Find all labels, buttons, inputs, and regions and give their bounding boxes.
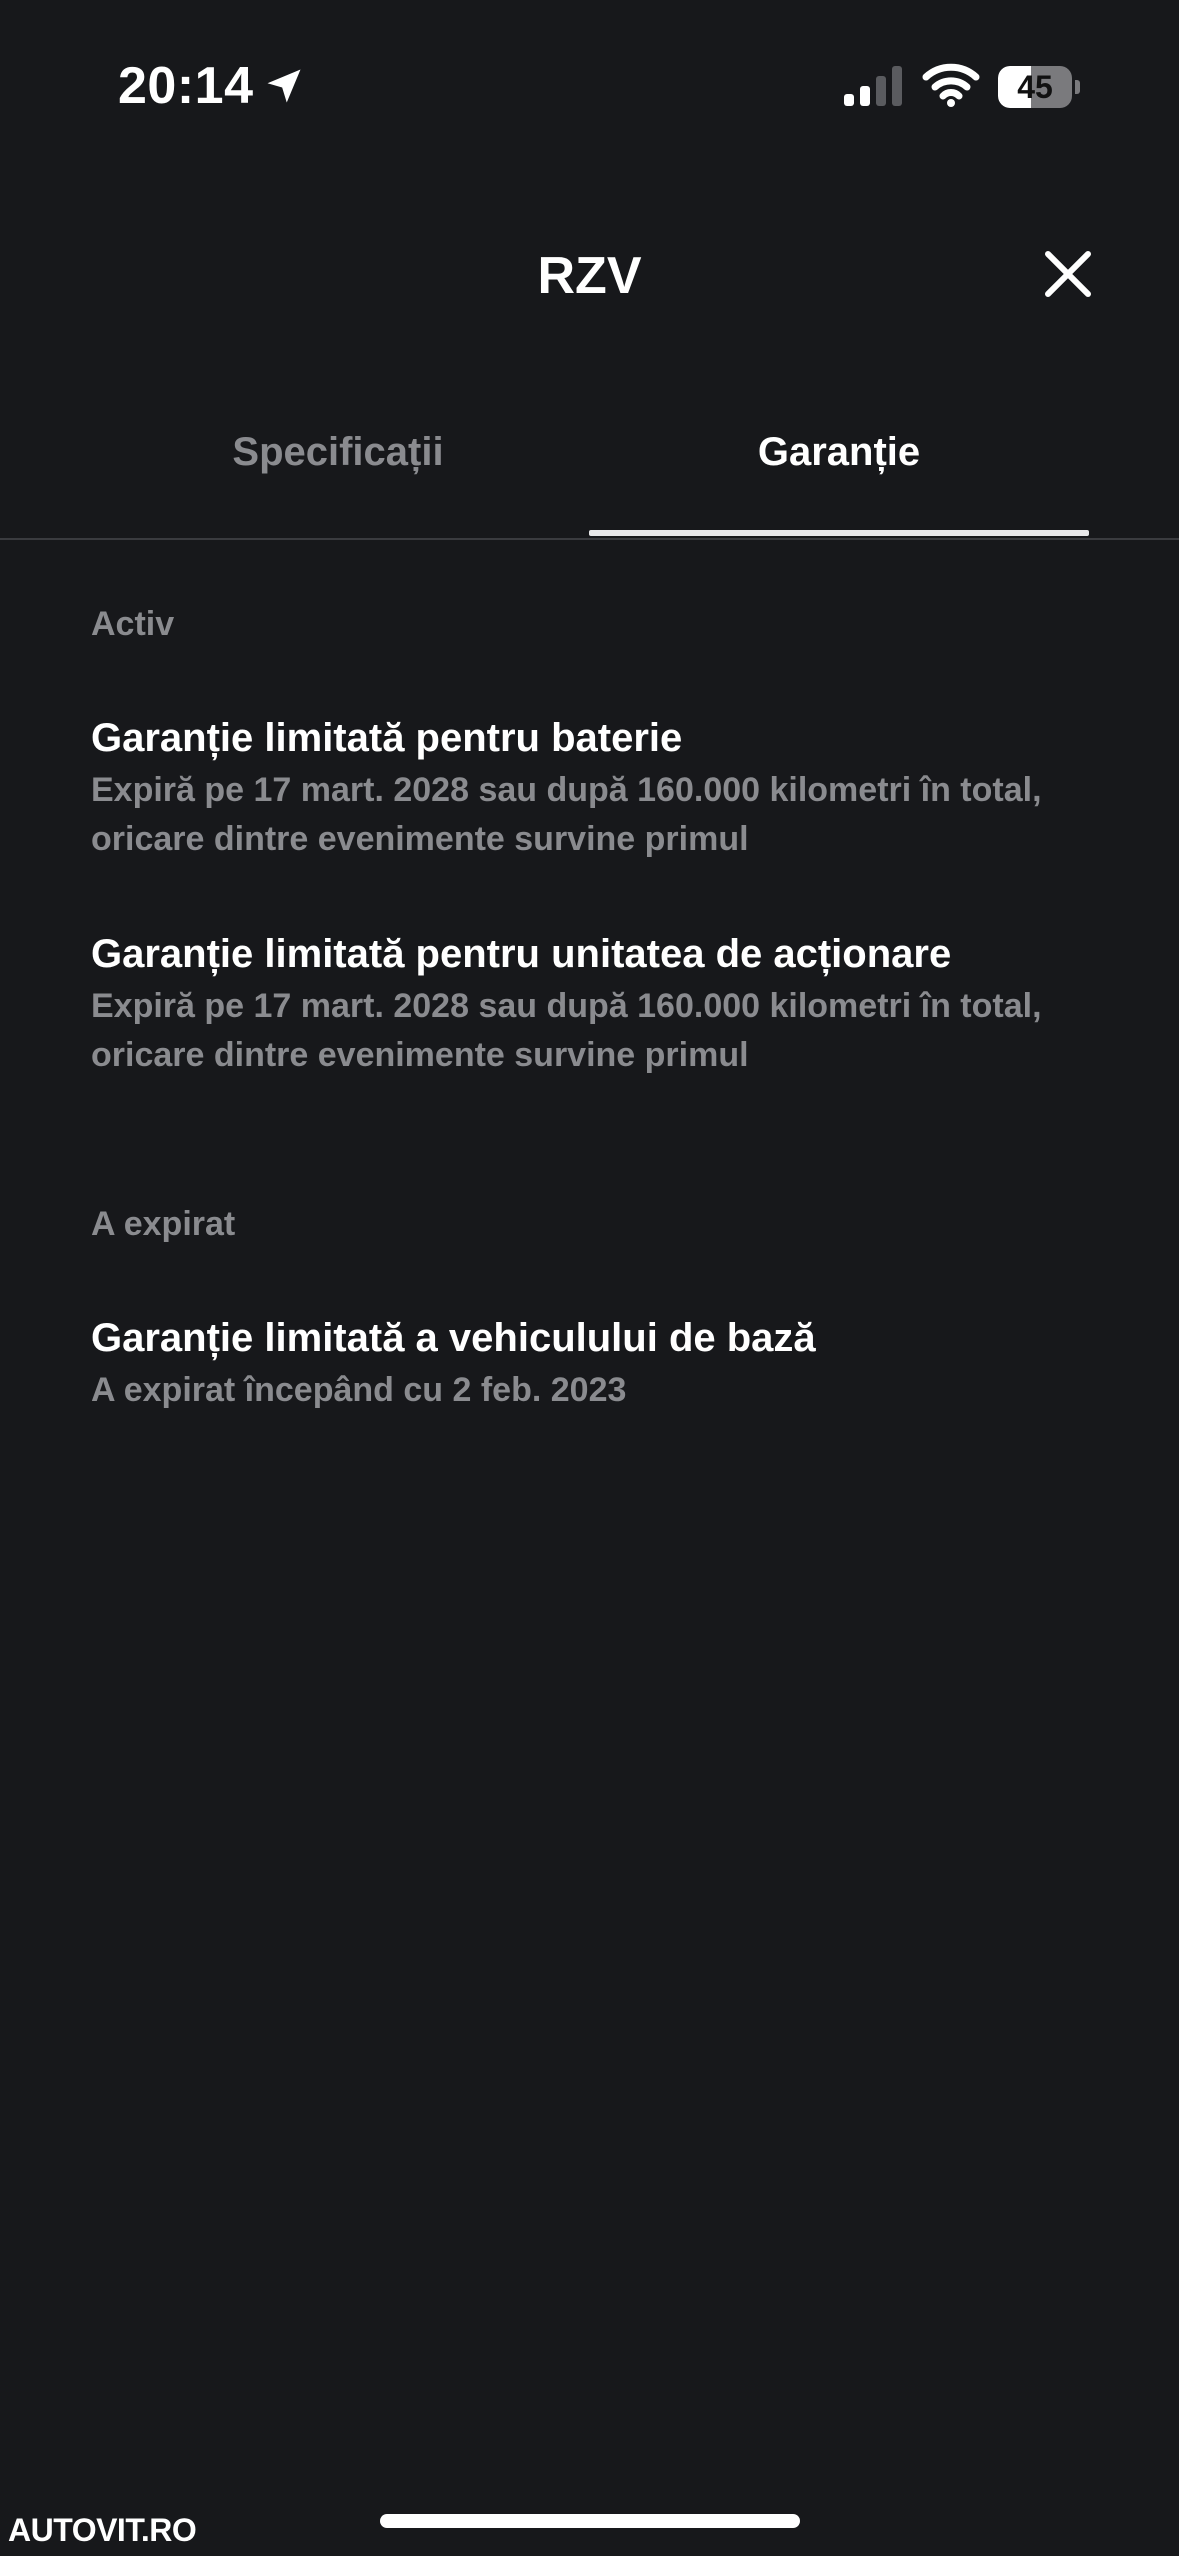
warranty-item-description: Expiră pe 17 mart. 2028 sau după 160.000…: [91, 771, 1042, 858]
battery-body: 45: [998, 66, 1072, 108]
warranty-item-title: Garanție limitată a vehiculului de bază: [91, 1316, 816, 1360]
section-label-active: Activ: [91, 605, 175, 643]
location-arrow-icon: [267, 69, 301, 103]
home-indicator[interactable]: [380, 2514, 800, 2528]
warranty-item-drive-unit[interactable]: Garanție limitată pentru unitatea de acț…: [91, 926, 1091, 1080]
battery-indicator: 45: [998, 66, 1080, 108]
battery-level: 45: [1017, 69, 1053, 105]
section-label-expired: A expirat: [91, 1205, 236, 1243]
warranty-item-title: Garanție limitată pentru baterie: [91, 716, 683, 760]
close-icon[interactable]: [1040, 246, 1096, 302]
page-title: RZV: [537, 247, 642, 305]
warranty-item-battery[interactable]: Garanție limitată pentru baterie Expiră …: [91, 710, 1091, 864]
status-bar: 20:14 45: [0, 0, 1179, 170]
warranty-item-title: Garanție limitată pentru unitatea de acț…: [91, 932, 952, 976]
warranty-item-basic-vehicle[interactable]: Garanție limitată a vehiculului de bază …: [91, 1310, 1091, 1415]
tab-specifications[interactable]: Specificații: [88, 400, 588, 538]
tab-bar: Specificații Garanție: [0, 400, 1179, 540]
watermark-logo: AUTOVIT.RO: [8, 2512, 197, 2548]
warranty-item-description: Expiră pe 17 mart. 2028 sau după 160.000…: [91, 987, 1042, 1074]
warranty-item-description: A expirat începând cu 2 feb. 2023: [91, 1371, 627, 1409]
status-time: 20:14: [118, 57, 254, 115]
tab-warranty[interactable]: Garanție: [589, 400, 1089, 538]
battery-cap: [1075, 80, 1080, 94]
wifi-icon: [922, 63, 980, 107]
active-tab-indicator: [589, 530, 1089, 536]
cellular-signal-icon: [844, 66, 902, 106]
